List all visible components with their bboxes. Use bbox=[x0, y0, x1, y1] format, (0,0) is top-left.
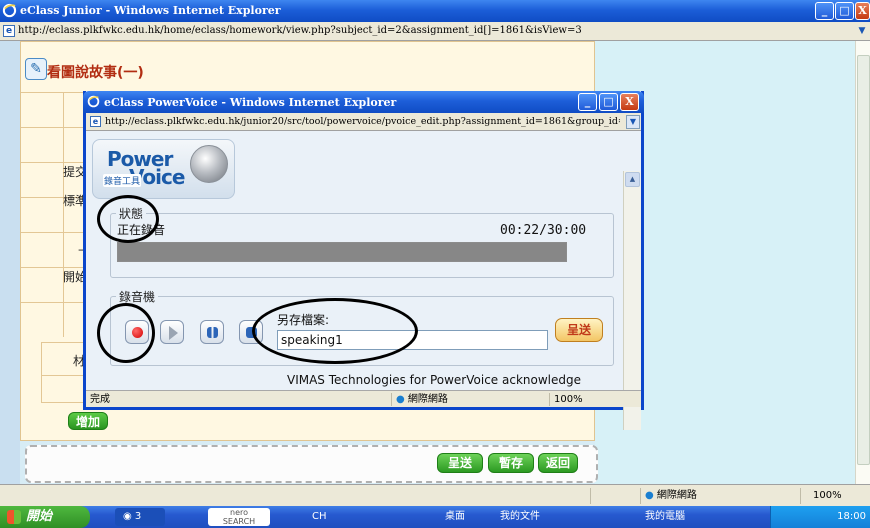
system-tray: 18:00 bbox=[770, 506, 870, 528]
annotation-circle-save-as bbox=[252, 298, 418, 364]
pause-button[interactable] bbox=[200, 320, 224, 344]
status-seg bbox=[590, 488, 605, 504]
popup-title-bar[interactable]: eClass PowerVoice - Windows Internet Exp… bbox=[83, 91, 644, 113]
popup-address-bar[interactable]: e http://eclass.plkfwkc.edu.hk/junior20/… bbox=[86, 113, 641, 131]
recording-timer: 00:22/30:00 bbox=[500, 223, 587, 238]
popup-status-bar: 完成 ● 網際網路 100% bbox=[86, 390, 641, 407]
outer-window-title: eClass Junior - Windows Internet Explore… bbox=[20, 4, 281, 17]
scroll-up-icon[interactable]: ▲ bbox=[625, 172, 640, 187]
recording-progress-fill bbox=[118, 243, 567, 261]
microphone-icon bbox=[190, 145, 228, 183]
start-label: 開始 bbox=[26, 509, 53, 524]
grid-line bbox=[63, 92, 64, 337]
outer-zone: ● 網際網路 bbox=[640, 488, 790, 504]
minimize-button[interactable]: _ bbox=[815, 2, 834, 20]
submit-button[interactable]: 呈送 bbox=[437, 453, 483, 473]
outer-address-bar[interactable]: e http://eclass.plkfwkc.edu.hk/home/ecla… bbox=[0, 22, 870, 41]
page-icon: e bbox=[3, 25, 15, 37]
start-button[interactable]: 開始 bbox=[0, 506, 90, 528]
popup-url[interactable]: http://eclass.plkfwkc.edu.hk/junior20/sr… bbox=[105, 116, 620, 127]
outer-url[interactable]: http://eclass.plkfwkc.edu.hk/home/eclass… bbox=[18, 25, 582, 36]
outer-zone-label: 網際網路 bbox=[656, 490, 697, 501]
outer-scrollbar-thumb[interactable] bbox=[857, 55, 870, 465]
popup-status-done: 完成 bbox=[90, 394, 110, 405]
ie-icon: ◉ bbox=[123, 511, 132, 522]
play-icon bbox=[169, 326, 178, 340]
pause-icon bbox=[207, 327, 218, 338]
maximize-button[interactable]: □ bbox=[835, 2, 854, 20]
popup-maximize-button[interactable]: □ bbox=[599, 93, 618, 111]
save-draft-button[interactable]: 暫存 bbox=[488, 453, 534, 473]
globe-icon: ● bbox=[396, 394, 405, 405]
popup-zone: ● 網際網路 bbox=[391, 393, 539, 406]
clock: 18:00 bbox=[837, 511, 866, 522]
popup-close-button[interactable]: X bbox=[620, 93, 639, 111]
nero-sub-label: SEARCH bbox=[222, 517, 256, 526]
recording-progress bbox=[117, 242, 567, 262]
annotation-circle-record bbox=[97, 303, 155, 363]
taskbar-my-computer[interactable]: 我的電腦 bbox=[645, 508, 685, 526]
taskbar-lang[interactable]: CH bbox=[312, 508, 327, 526]
add-button[interactable]: 增加 bbox=[68, 412, 108, 430]
grid-line bbox=[41, 342, 42, 402]
popup-zoom[interactable]: 100% bbox=[549, 393, 621, 406]
nero-label: nero bbox=[230, 508, 248, 517]
taskbar-my-documents[interactable]: 我的文件 bbox=[500, 508, 540, 526]
popup-minimize-button[interactable]: _ bbox=[578, 93, 597, 111]
page-left-margin bbox=[0, 41, 20, 484]
popup-window-title: eClass PowerVoice - Windows Internet Exp… bbox=[104, 96, 397, 109]
outer-zoom[interactable]: 100% bbox=[800, 488, 866, 504]
play-button[interactable] bbox=[160, 320, 184, 344]
zoom-label: 100% bbox=[813, 490, 842, 501]
taskbar-desktop[interactable]: 桌面 bbox=[445, 508, 465, 526]
logo-tag: 錄音工具 bbox=[103, 174, 142, 187]
page-icon: e bbox=[90, 116, 101, 127]
taskbar-ie-group[interactable]: ◉ 3 bbox=[115, 508, 165, 526]
ie-icon bbox=[87, 95, 100, 108]
taskbar: 開始 ◉ 3 nero SEARCH CH 桌面 我的文件 我的電腦 18:00 bbox=[0, 506, 870, 528]
taskbar-nero-search[interactable]: nero SEARCH bbox=[208, 508, 270, 526]
popup-submit-button[interactable]: 呈送 bbox=[555, 318, 603, 342]
homework-icon: ✎ bbox=[25, 58, 47, 80]
credits-text: VIMAS Technologies for PowerVoice acknow… bbox=[287, 373, 581, 387]
popup-zoom-label: 100% bbox=[554, 394, 583, 405]
outer-scrollbar[interactable] bbox=[855, 41, 870, 484]
windows-flag-icon bbox=[7, 510, 21, 524]
ie-icon bbox=[2, 3, 17, 18]
chevron-down-icon[interactable]: ▼ bbox=[626, 115, 640, 129]
annotation-circle-status bbox=[97, 195, 159, 243]
homework-title: 看圖說故事(一) bbox=[47, 65, 144, 81]
back-button[interactable]: 返回 bbox=[538, 453, 578, 473]
popup-zone-label: 網際網路 bbox=[407, 394, 448, 405]
chevron-down-icon[interactable]: ▼ bbox=[856, 24, 868, 39]
outer-status-bar: ● 網際網路 100% bbox=[0, 484, 870, 506]
globe-icon: ● bbox=[645, 490, 654, 501]
close-button[interactable]: X bbox=[855, 2, 870, 20]
powervoice-logo: Power Voice 錄音工具 bbox=[92, 139, 235, 199]
outer-title-bar[interactable]: eClass Junior - Windows Internet Explore… bbox=[0, 0, 870, 22]
ie-group-count: 3 bbox=[134, 511, 142, 522]
